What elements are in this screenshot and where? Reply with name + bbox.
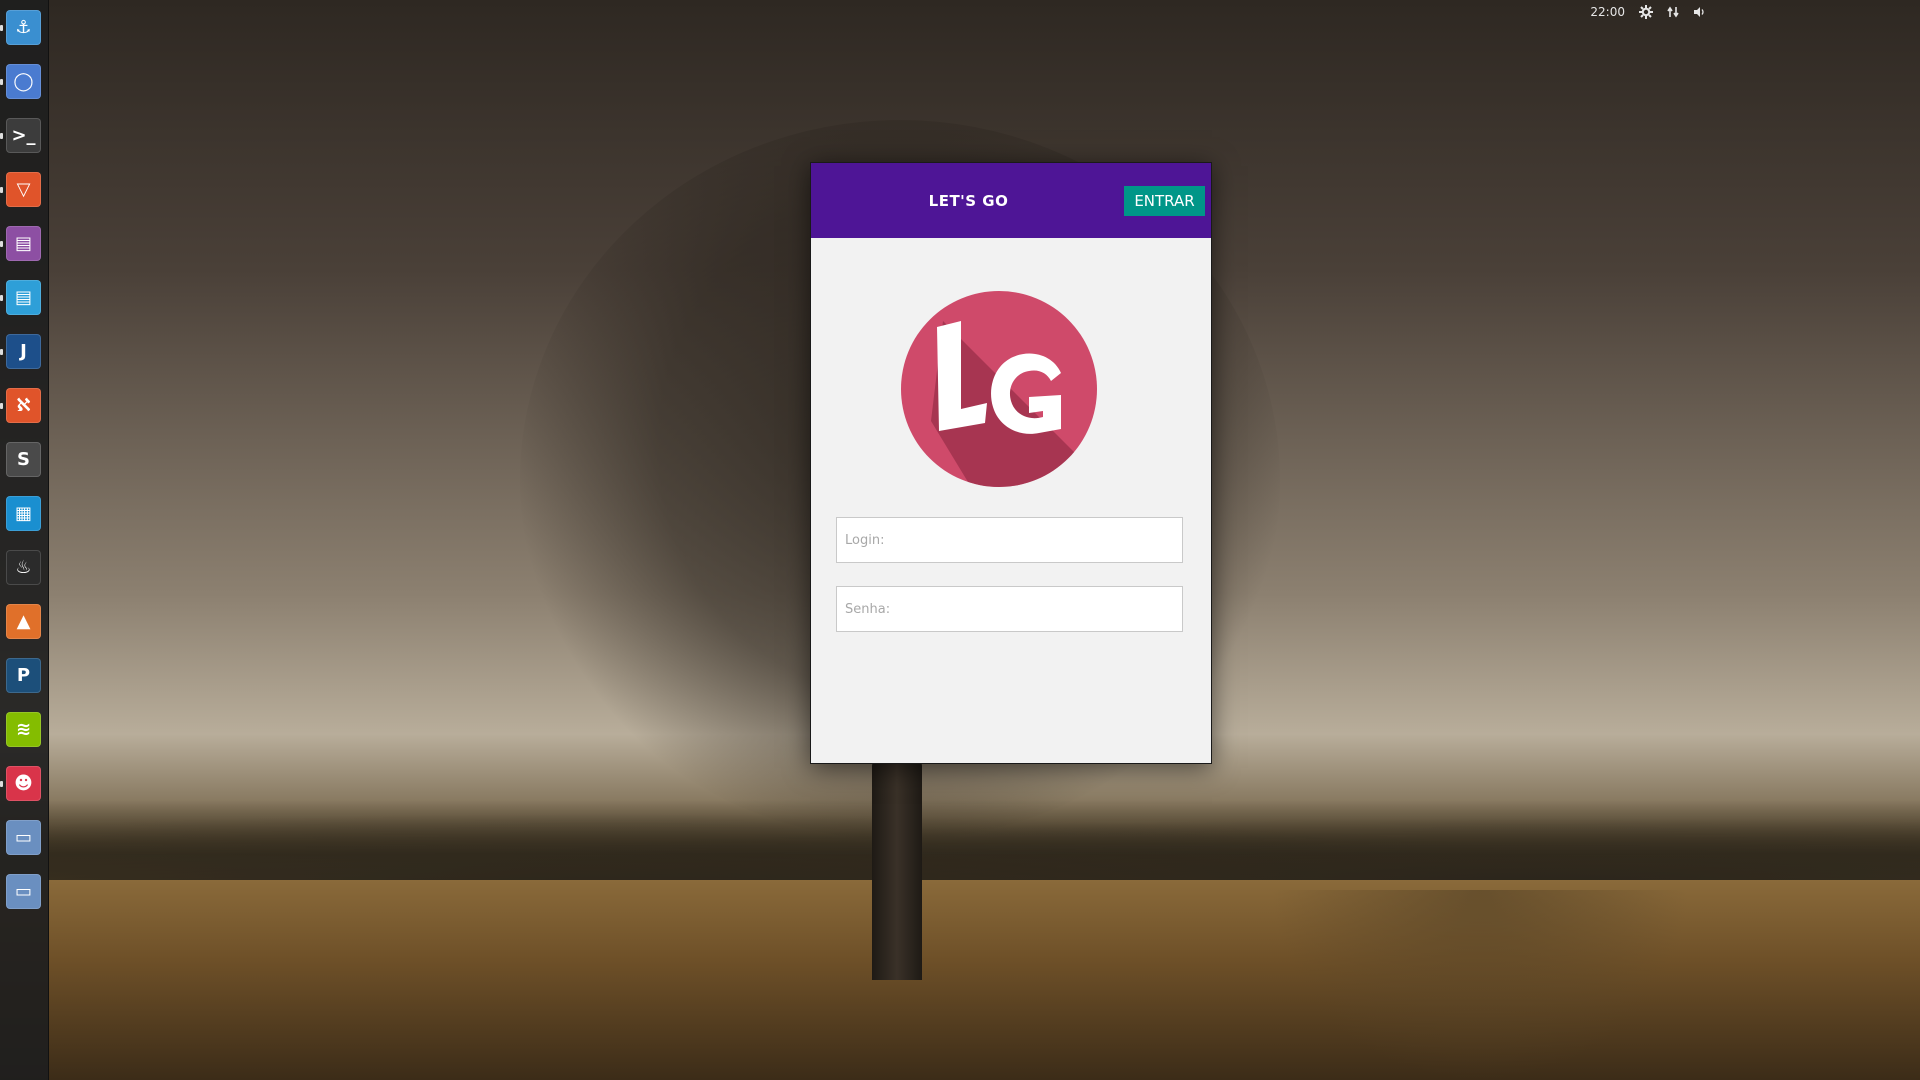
pycharm-icon[interactable]: P	[6, 658, 41, 693]
gear-icon[interactable]	[1639, 5, 1653, 19]
app-title: LET'S GO	[928, 191, 1009, 210]
network-icon[interactable]	[1667, 6, 1679, 18]
password-field[interactable]	[836, 586, 1183, 632]
running-indicator	[0, 295, 3, 301]
wallpaper-tree-trunk	[872, 760, 922, 980]
running-indicator	[0, 187, 3, 193]
running-indicator	[0, 403, 3, 409]
anchor-app-icon[interactable]: ⚓	[6, 10, 41, 45]
software-center-icon[interactable]: ▽	[6, 172, 41, 207]
lg-logo	[901, 291, 1097, 487]
spotify-icon[interactable]: ≋	[6, 712, 41, 747]
top-panel: 22:00	[1590, 2, 1706, 22]
running-indicator	[0, 241, 3, 247]
running-indicator	[0, 349, 3, 355]
login-window: LET'S GO ENTRAR	[810, 162, 1212, 764]
steam-icon[interactable]: ♨	[6, 550, 41, 585]
app-header: LET'S GO ENTRAR	[811, 163, 1211, 238]
volume-icon[interactable]	[1693, 6, 1706, 18]
wallpaper-horizon	[48, 800, 1920, 890]
system-monitor-icon[interactable]: ▦	[6, 496, 41, 531]
terminal-icon[interactable]: >_	[6, 118, 41, 153]
sublime-text-icon[interactable]: S	[6, 442, 41, 477]
wallpaper-path	[1270, 890, 1690, 1080]
vlc-icon[interactable]: ▲	[6, 604, 41, 639]
game-app-icon[interactable]: ☻	[6, 766, 41, 801]
running-indicator	[0, 781, 3, 787]
running-indicator	[0, 25, 3, 31]
enter-button[interactable]: ENTRAR	[1124, 186, 1205, 216]
window-icon-1[interactable]: ▭	[6, 820, 41, 855]
chromium-icon[interactable]: ◯	[6, 64, 41, 99]
window-icon-2[interactable]: ▭	[6, 874, 41, 909]
launcher-dock: ⚓ ◯ >_ ▽ ▤ ▤ J ℵ S ▦ ♨ ▲ P ≋ ☻ ▭ ▭	[0, 0, 49, 1080]
xampp-icon[interactable]: ℵ	[6, 388, 41, 423]
clock[interactable]: 22:00	[1590, 5, 1625, 19]
login-field[interactable]	[836, 517, 1183, 563]
running-indicator	[0, 133, 3, 139]
jetbrains-icon[interactable]: J	[6, 334, 41, 369]
running-indicator	[0, 79, 3, 85]
text-editor-icon[interactable]: ▤	[6, 226, 41, 261]
document-viewer-icon[interactable]: ▤	[6, 280, 41, 315]
